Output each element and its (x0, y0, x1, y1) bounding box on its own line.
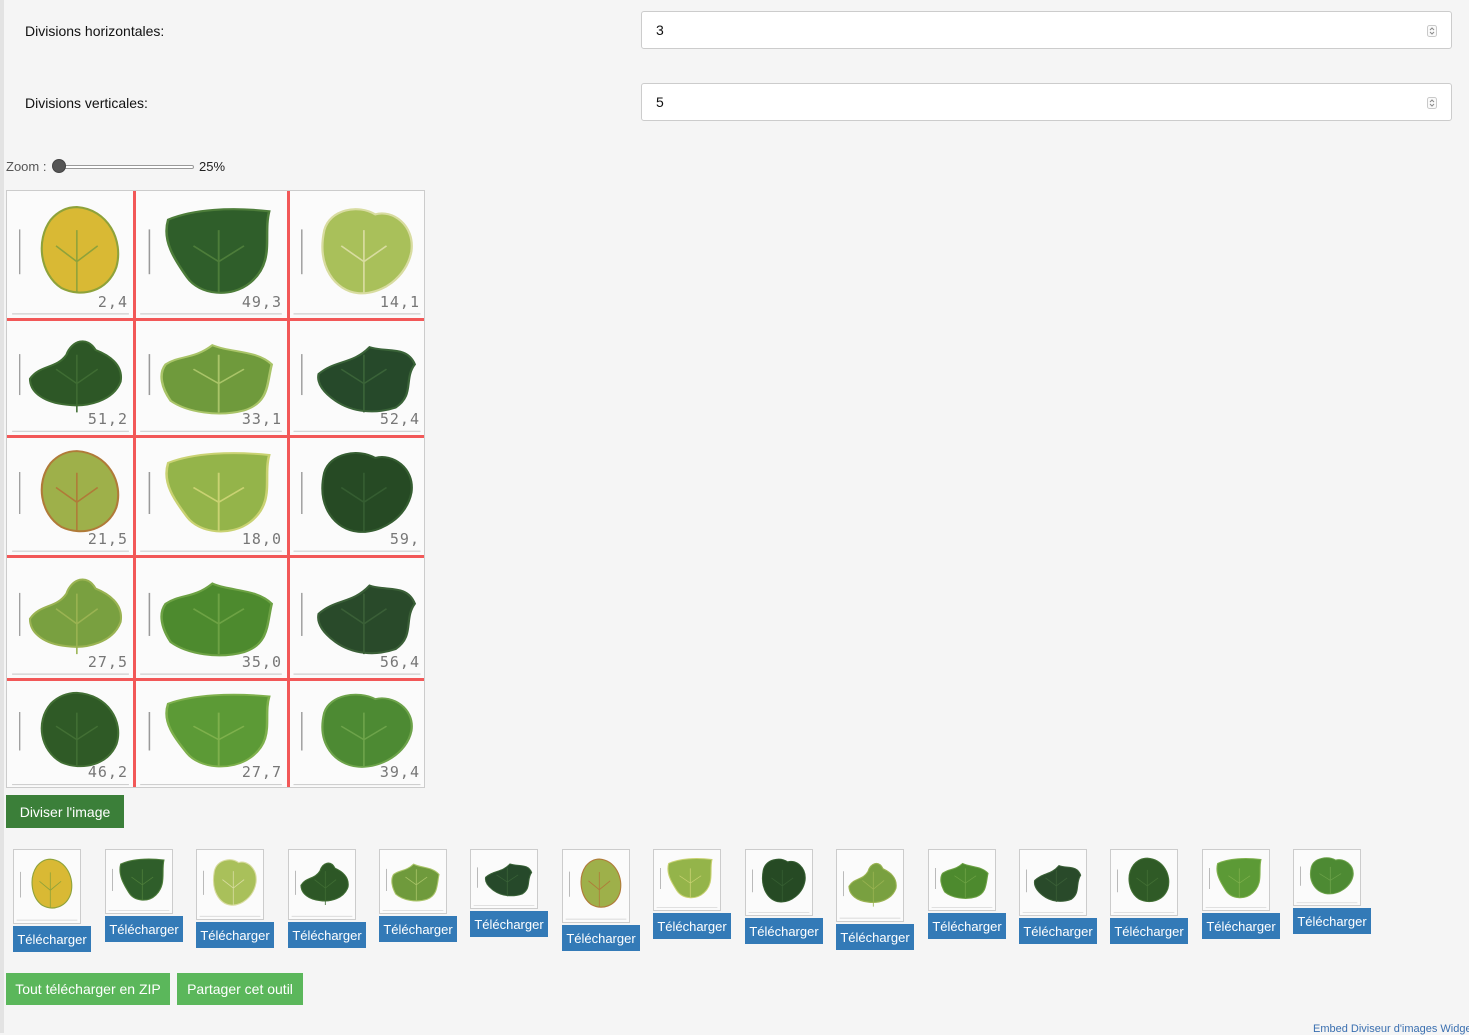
leaf-thumbnail-image (837, 850, 903, 921)
preview-cell: 27,5 (7, 556, 134, 679)
tile-thumbnail (928, 849, 996, 911)
leaf-number-label: 27,5 (87, 653, 128, 671)
preview-cell: 33,1 (134, 319, 288, 436)
split-image-button[interactable]: Diviser l'image (6, 795, 124, 828)
download-button[interactable]: Télécharger (745, 918, 823, 944)
leaf-number-label: 59, (389, 530, 420, 548)
leaf-thumbnail-image (197, 850, 263, 919)
horizontal-divisions-label: Divisions horizontales: (25, 23, 165, 39)
preview-cell: 18,0 (134, 436, 288, 556)
leaf-number-label: 51,2 (87, 410, 128, 428)
download-button[interactable]: Télécharger (1293, 908, 1371, 934)
vertical-divisions-label: Divisions verticales: (25, 95, 148, 111)
leaf-thumbnail-image (289, 850, 355, 919)
tile-thumbnail (379, 849, 447, 914)
download-button[interactable]: Télécharger (928, 913, 1006, 939)
zoom-value: 25% (199, 159, 226, 174)
preview-cell: 51,2 (7, 319, 134, 436)
tile-thumbnail (105, 849, 173, 914)
download-button[interactable]: Télécharger (1202, 913, 1280, 939)
leaf-number-label: 46,2 (87, 763, 128, 781)
preview-cell: 14,1 (288, 191, 424, 319)
page-left-border (0, 0, 4, 1033)
leaf-thumbnail-image (654, 850, 720, 910)
preview-cell: 46,2 (7, 679, 134, 787)
spinner-arrows-icon[interactable] (1427, 97, 1437, 109)
preview-cell: 27,7 (134, 679, 288, 787)
tile-thumbnail (470, 849, 538, 909)
horizontal-divisions-value: 3 (656, 22, 664, 38)
leaf-number-label: 33,1 (241, 410, 282, 428)
tile-thumbnail (288, 849, 356, 920)
download-button[interactable]: Télécharger (196, 922, 274, 948)
embed-widget-link[interactable]: Embed Diviseur d'images Widget (1313, 1023, 1469, 1035)
tile-thumbnail (196, 849, 264, 920)
tile-thumbnail (745, 849, 813, 916)
zoom-slider-thumb[interactable] (52, 159, 66, 173)
grid-divider-vertical (287, 191, 290, 787)
tile-thumbnail (1293, 849, 1361, 906)
horizontal-divisions-input[interactable]: 3 (641, 11, 1452, 49)
download-button[interactable]: Télécharger (379, 916, 457, 942)
download-button[interactable]: Télécharger (105, 916, 183, 942)
leaf-thumbnail-image (106, 850, 172, 913)
download-zip-button[interactable]: Tout télécharger en ZIP (6, 973, 170, 1005)
grid-divider-horizontal (7, 435, 424, 438)
leaf-number-label: 21,5 (87, 530, 128, 548)
preview-cell: 49,3 (134, 191, 288, 319)
zoom-label: Zoom : (6, 159, 47, 174)
download-button[interactable]: Télécharger (1019, 918, 1097, 944)
preview-cell: 35,0 (134, 556, 288, 679)
leaf-number-label: 52,4 (379, 410, 420, 428)
leaf-number-label: 39,4 (379, 763, 420, 781)
leaf-number-label: 27,7 (241, 763, 282, 781)
leaf-thumbnail-image (380, 850, 446, 913)
vertical-divisions-value: 5 (656, 94, 664, 110)
preview-cell: 39,4 (288, 679, 424, 787)
tile-thumbnail (1019, 849, 1087, 916)
download-button[interactable]: Télécharger (13, 926, 91, 952)
spinner-arrows-icon[interactable] (1427, 25, 1437, 37)
vertical-divisions-input[interactable]: 5 (641, 83, 1452, 121)
grid-divider-horizontal (7, 678, 424, 681)
leaf-thumbnail-image (929, 850, 995, 910)
leaf-thumbnail-image (1203, 850, 1269, 910)
leaf-thumbnail-image (1020, 850, 1086, 915)
download-button[interactable]: Télécharger (562, 925, 640, 951)
leaf-thumbnail-image (1294, 850, 1360, 905)
tile-thumbnail (653, 849, 721, 911)
leaf-number-label: 35,0 (241, 653, 282, 671)
leaf-thumbnail-image (471, 850, 537, 908)
tile-thumbnail (836, 849, 904, 922)
tile-thumbnail (562, 849, 630, 923)
preview-cell: 2,4 (7, 191, 134, 319)
leaf-number-label: 18,0 (241, 530, 282, 548)
grid-divider-horizontal (7, 318, 424, 321)
tile-thumbnail (1110, 849, 1178, 916)
tile-thumbnail (1202, 849, 1270, 911)
leaf-number-label: 2,4 (97, 293, 128, 311)
preview-cell: 21,5 (7, 436, 134, 556)
tile-thumbnail (13, 849, 81, 924)
download-button[interactable]: Télécharger (653, 913, 731, 939)
grid-divider-vertical (133, 191, 136, 787)
leaf-number-label: 49,3 (241, 293, 282, 311)
preview-cell: 56,4 (288, 556, 424, 679)
share-tool-button[interactable]: Partager cet outil (177, 973, 303, 1005)
preview-cell: 59, (288, 436, 424, 556)
preview-cell: 52,4 (288, 319, 424, 436)
leaf-thumbnail-image (1111, 850, 1177, 915)
zoom-slider-track[interactable] (58, 165, 194, 169)
download-button[interactable]: Télécharger (288, 922, 366, 948)
leaf-number-label: 14,1 (379, 293, 420, 311)
leaf-thumbnail-image (563, 850, 629, 922)
image-preview-grid: 2,4 49,3 14,1 51,2 33,1 52,4 21,5 18,0 59, 27,5 35… (6, 190, 425, 788)
download-button[interactable]: Télécharger (1110, 918, 1188, 944)
leaf-thumbnail-image (746, 850, 812, 915)
leaf-thumbnail-image (14, 850, 80, 923)
download-button[interactable]: Télécharger (470, 911, 548, 937)
leaf-number-label: 56,4 (379, 653, 420, 671)
download-button[interactable]: Télécharger (836, 924, 914, 950)
grid-divider-horizontal (7, 555, 424, 558)
